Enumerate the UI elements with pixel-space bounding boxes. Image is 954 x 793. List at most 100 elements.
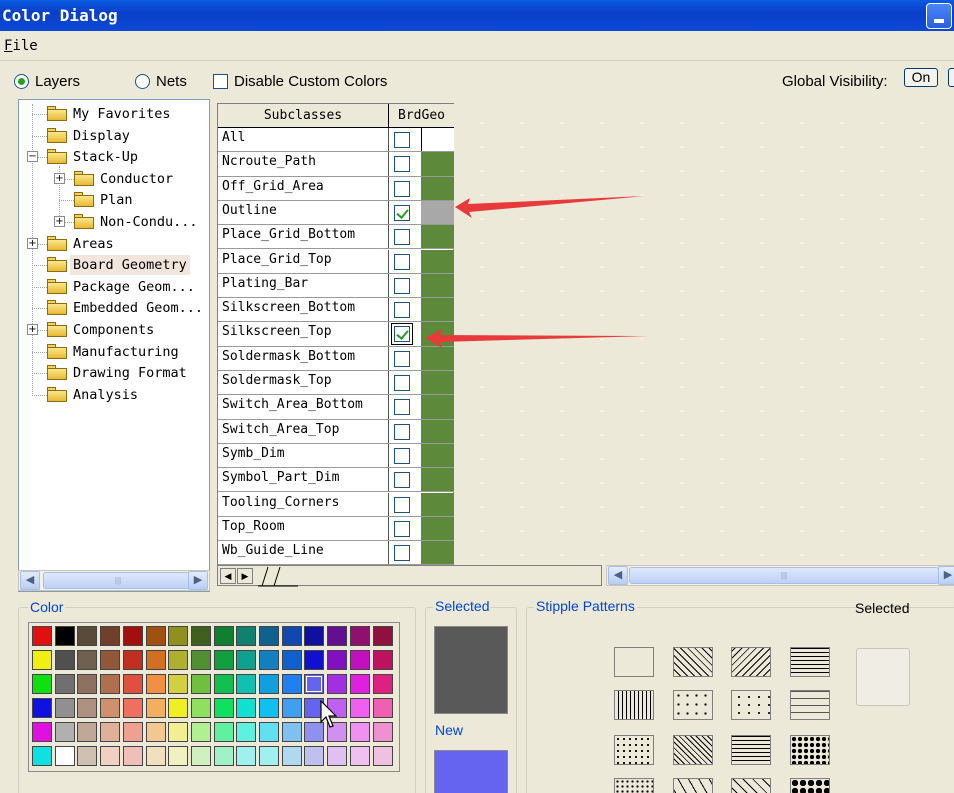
palette-color[interactable] xyxy=(190,746,211,766)
palette-color[interactable] xyxy=(372,650,393,670)
scroll-thumb[interactable]: ||| xyxy=(43,572,193,589)
palette-color[interactable] xyxy=(145,626,166,646)
tree-item[interactable]: Drawing Format xyxy=(73,363,187,383)
global-visibility-on-button[interactable]: On xyxy=(904,68,938,87)
palette-color[interactable] xyxy=(236,746,257,766)
palette-color[interactable] xyxy=(259,626,279,646)
palette-color[interactable] xyxy=(168,650,189,670)
palette-color[interactable] xyxy=(372,674,393,694)
color-swatch[interactable] xyxy=(421,249,454,273)
stipple-grid[interactable] xyxy=(731,735,771,765)
palette-color[interactable] xyxy=(327,650,348,670)
color-swatch[interactable] xyxy=(421,346,454,370)
palette-color[interactable] xyxy=(259,722,279,742)
palette-color[interactable] xyxy=(77,722,98,742)
stipple-dots-sparse[interactable] xyxy=(673,690,713,720)
visibility-checkbox[interactable] xyxy=(394,447,410,464)
visibility-checkbox[interactable] xyxy=(394,520,410,537)
stipple-dots-dense[interactable] xyxy=(614,735,654,765)
palette-color[interactable] xyxy=(327,626,348,646)
palette-color[interactable] xyxy=(213,626,234,646)
palette-color[interactable] xyxy=(372,722,393,742)
palette-color[interactable] xyxy=(168,674,189,694)
visibility-checkbox[interactable] xyxy=(394,496,410,513)
scroll-right-icon[interactable]: ▶ xyxy=(938,566,954,585)
palette-color[interactable] xyxy=(77,674,98,694)
expand-icon[interactable]: + xyxy=(54,216,65,227)
palette-color[interactable] xyxy=(213,698,234,718)
visibility-checkbox[interactable] xyxy=(394,229,410,246)
palette-color[interactable] xyxy=(349,674,370,694)
palette-color[interactable] xyxy=(168,626,189,646)
palette-color[interactable] xyxy=(349,626,370,646)
palette-color[interactable] xyxy=(281,674,302,694)
visibility-checkbox[interactable] xyxy=(394,277,410,294)
tree-item[interactable]: Embedded Geom... xyxy=(73,298,203,318)
visibility-checkbox[interactable] xyxy=(394,156,410,173)
palette-color[interactable] xyxy=(77,650,98,670)
palette-color[interactable] xyxy=(213,746,234,766)
disable-custom-colors-checkbox[interactable] xyxy=(213,74,228,89)
tree-item[interactable]: Manufacturing xyxy=(73,342,179,362)
palette-color[interactable] xyxy=(236,722,257,742)
palette-color[interactable] xyxy=(327,746,348,766)
palette-color[interactable] xyxy=(54,650,75,670)
visibility-checkbox[interactable] xyxy=(394,350,410,367)
palette-color[interactable] xyxy=(145,746,166,766)
palette-color[interactable] xyxy=(349,650,370,670)
palette-color[interactable] xyxy=(122,674,143,694)
palette-color[interactable] xyxy=(327,674,348,694)
visibility-checkbox[interactable] xyxy=(394,204,410,221)
color-swatch[interactable] xyxy=(421,516,454,541)
stipple-pattern-13[interactable] xyxy=(614,778,654,793)
color-grid-area[interactable] xyxy=(454,103,954,565)
tree-item[interactable]: Board Geometry xyxy=(70,255,190,276)
palette-color[interactable] xyxy=(190,626,211,646)
tab-scroll-right-icon[interactable]: ▶ xyxy=(237,568,253,584)
visibility-checkbox[interactable] xyxy=(394,423,410,440)
tree-item[interactable]: Display xyxy=(73,126,130,146)
visibility-checkbox[interactable] xyxy=(394,399,410,416)
palette-color[interactable] xyxy=(122,650,143,670)
tree-item[interactable]: Components xyxy=(73,320,154,340)
palette-color[interactable] xyxy=(77,698,98,718)
minimize-button[interactable] xyxy=(926,3,952,29)
grid-horizontal-scrollbar[interactable]: ◀ ▶ xyxy=(217,565,602,587)
palette-color[interactable] xyxy=(190,722,211,742)
color-swatch[interactable] xyxy=(421,371,454,395)
stipple-crosshatch[interactable] xyxy=(673,735,713,765)
palette-color[interactable] xyxy=(281,746,302,766)
stipple-pattern-15[interactable] xyxy=(731,778,771,793)
palette-color[interactable] xyxy=(54,674,75,694)
palette-color[interactable] xyxy=(100,722,121,742)
palette-color[interactable] xyxy=(349,722,370,742)
palette-color[interactable] xyxy=(54,626,75,646)
color-swatch[interactable] xyxy=(421,468,454,492)
palette-color[interactable] xyxy=(145,698,166,718)
palette-color[interactable] xyxy=(236,626,257,646)
tree-item[interactable]: Areas xyxy=(73,234,114,254)
palette-color[interactable] xyxy=(349,746,370,766)
palette-color[interactable] xyxy=(259,674,279,694)
expand-icon[interactable]: + xyxy=(27,237,38,249)
stipple-horizontal[interactable] xyxy=(790,647,830,677)
stipple-checker[interactable] xyxy=(790,735,830,765)
scroll-right-icon[interactable]: ▶ xyxy=(188,571,208,590)
scroll-thumb[interactable]: ||| xyxy=(629,567,939,584)
palette-color[interactable] xyxy=(259,650,279,670)
palette-color[interactable] xyxy=(281,626,302,646)
palette-color[interactable] xyxy=(190,674,211,694)
palette-color[interactable] xyxy=(372,746,393,766)
palette-color[interactable] xyxy=(281,722,302,742)
visibility-checkbox[interactable] xyxy=(394,375,410,391)
color-swatch[interactable] xyxy=(421,298,454,322)
palette-color[interactable] xyxy=(32,722,52,742)
expand-icon[interactable]: + xyxy=(54,172,65,184)
palette-color[interactable] xyxy=(213,650,234,670)
visibility-checkbox[interactable] xyxy=(394,302,410,319)
palette-color[interactable] xyxy=(100,650,121,670)
color-swatch[interactable] xyxy=(421,225,454,249)
visibility-checkbox[interactable] xyxy=(394,180,410,197)
stipple-plus[interactable] xyxy=(731,690,771,720)
sheet-tab[interactable] xyxy=(258,566,298,587)
